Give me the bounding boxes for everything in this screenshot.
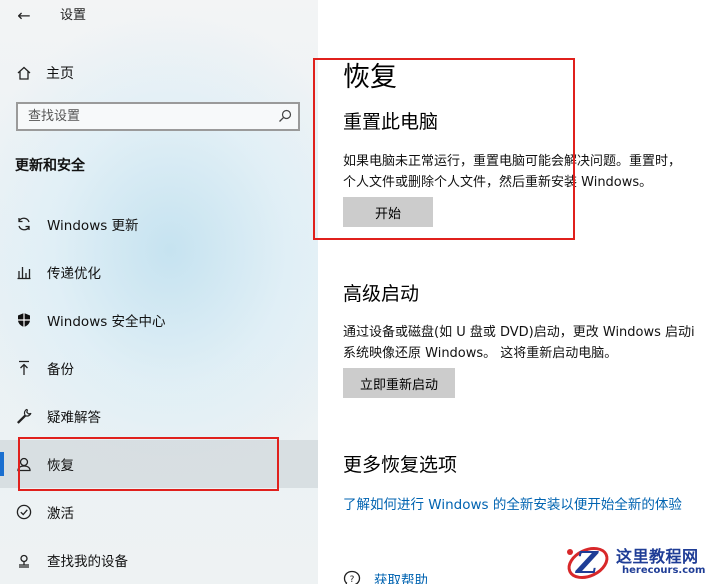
home-link[interactable]: 主页	[16, 62, 74, 84]
shield-icon	[18, 313, 30, 327]
app-title: 设置	[60, 8, 87, 23]
svg-text:?: ?	[350, 575, 355, 584]
fresh-install-link[interactable]: 了解如何进行 Windows 的全新安装以便开始全新的体验	[343, 493, 682, 513]
wrench-icon	[17, 408, 32, 424]
sidebar-item-windows-update[interactable]: Windows 更新	[0, 200, 318, 248]
sync-icon	[18, 217, 30, 231]
watermark-url: herecours.com	[622, 565, 706, 576]
logo-letter: Z	[575, 546, 599, 581]
sidebar-item-label: 传递优化	[47, 266, 101, 282]
sidebar: ← 设置 主页 更新和安全 Windows 更新 传递	[0, 0, 318, 584]
sidebar-item-label: Windows 安全中心	[47, 314, 166, 330]
check-circle-icon	[16, 504, 32, 520]
advanced-startup-heading: 高级启动	[343, 283, 420, 305]
more-recovery-heading: 更多恢复选项	[343, 454, 458, 476]
sidebar-item-label: Windows 更新	[47, 218, 139, 234]
get-help-link[interactable]: ? 获取帮助	[343, 569, 428, 584]
sidebar-item-label: 激活	[47, 506, 74, 522]
search-icon[interactable]	[278, 109, 292, 123]
sidebar-item-activation[interactable]: 激活	[0, 488, 318, 536]
nav-list: Windows 更新 传递优化 Windows 安全中心 备份 疑难解答 恢复 …	[0, 200, 318, 584]
section-title: 更新和安全	[15, 158, 85, 174]
sidebar-item-backup[interactable]: 备份	[0, 344, 318, 392]
highlight-box-reset	[313, 58, 575, 240]
advanced-desc-line: 通过设备或磁盘(如 U 盘或 DVD)启动，更改 Windows 启动i	[343, 325, 695, 340]
highlight-box-recovery	[18, 437, 279, 491]
home-label: 主页	[46, 66, 74, 82]
sidebar-item-find-my-device[interactable]: 查找我的设备	[0, 536, 318, 584]
help-chat-icon: ?	[343, 570, 361, 584]
delivery-optimization-icon	[17, 267, 31, 280]
home-icon	[17, 66, 31, 80]
sidebar-item-delivery-optimization[interactable]: 传递优化	[0, 248, 318, 296]
watermark-title: 这里教程网	[616, 547, 699, 566]
watermark: Z 这里教程网 herecours.com	[558, 538, 706, 584]
sidebar-item-windows-security[interactable]: Windows 安全中心	[0, 296, 318, 344]
get-help-label: 获取帮助	[374, 573, 428, 584]
search-input[interactable]	[18, 104, 278, 129]
site-logo: Z	[567, 546, 609, 581]
find-device-icon	[19, 554, 29, 568]
sidebar-item-label: 疑难解答	[47, 410, 101, 426]
sidebar-item-label: 备份	[47, 362, 74, 378]
advanced-startup-description: 通过设备或磁盘(如 U 盘或 DVD)启动，更改 Windows 启动i 系统映…	[343, 322, 706, 364]
advanced-desc-line: 系统映像还原 Windows。 这将重新启动电脑。	[343, 346, 618, 361]
sidebar-item-troubleshoot[interactable]: 疑难解答	[0, 392, 318, 440]
restart-now-button[interactable]: 立即重新启动	[343, 368, 455, 398]
back-arrow-icon[interactable]: ←	[14, 6, 34, 26]
search-box	[16, 102, 300, 131]
sidebar-item-label: 查找我的设备	[47, 554, 128, 570]
backup-arrow-icon	[19, 360, 29, 375]
